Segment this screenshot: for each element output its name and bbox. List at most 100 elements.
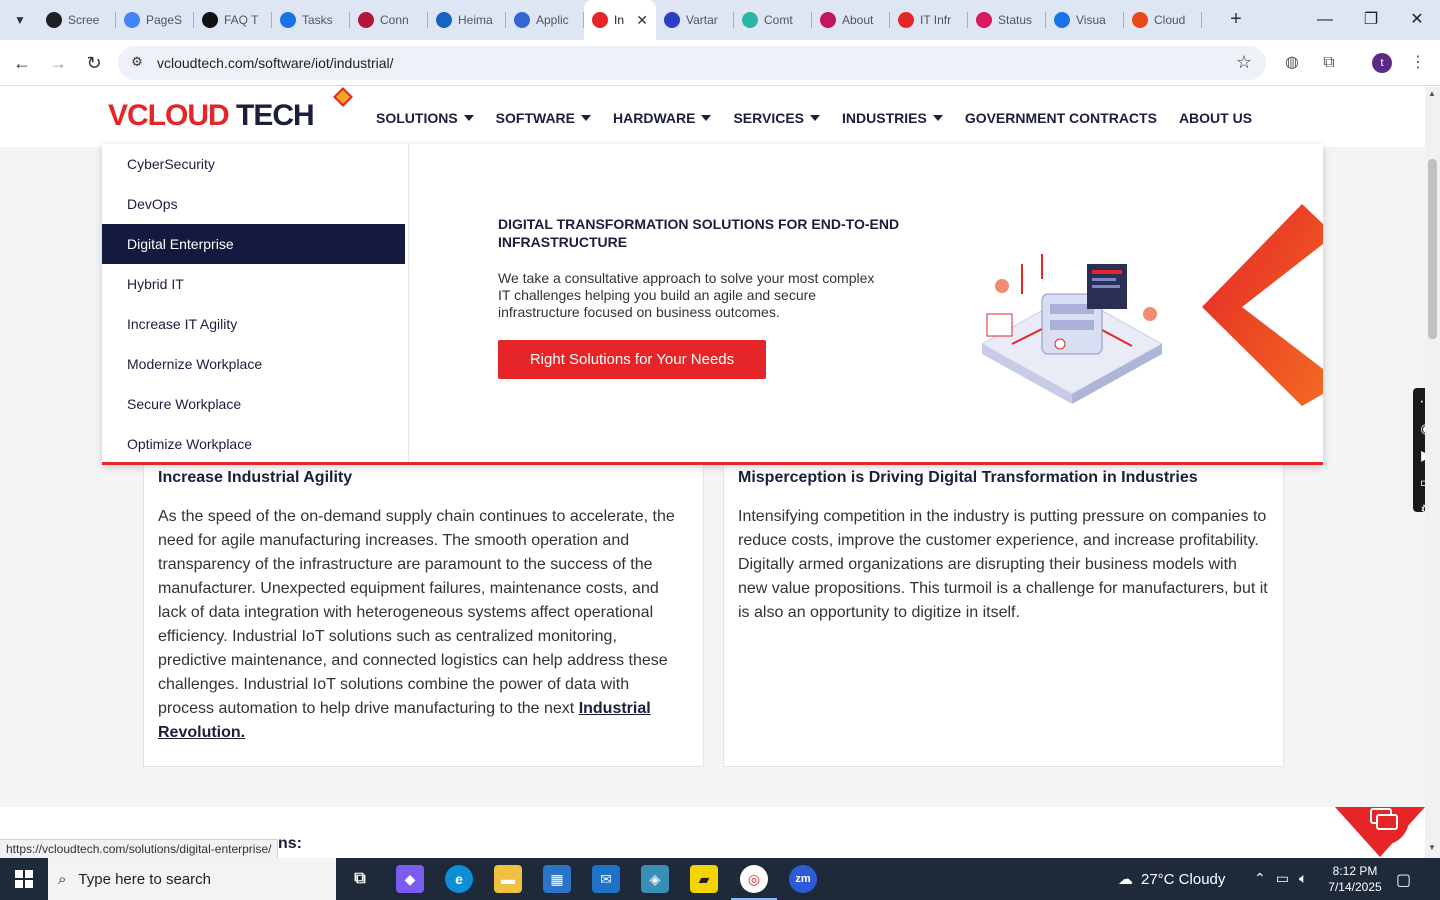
- task-view-icon[interactable]: ⧉: [346, 865, 374, 893]
- browser-tab[interactable]: In ✕: [584, 0, 656, 40]
- windows-start-icon[interactable]: [0, 858, 48, 900]
- nav-item-label: SERVICES: [733, 110, 805, 126]
- site-info-icon[interactable]: ⚙: [128, 54, 146, 72]
- nav-item-software[interactable]: SOFTWARE: [496, 110, 592, 126]
- browser-tab[interactable]: About: [812, 0, 890, 40]
- profile-avatar[interactable]: t: [1372, 53, 1392, 73]
- nav-item-hardware[interactable]: HARDWARE: [613, 110, 712, 126]
- file-explorer-icon[interactable]: ▬: [494, 865, 522, 893]
- v-icon: [358, 12, 374, 28]
- nav-item-government-contracts[interactable]: GOVERNMENT CONTRACTS: [965, 110, 1157, 126]
- extensions-icon[interactable]: ⧉: [1317, 51, 1341, 75]
- menu-item-modernize-workplace[interactable]: Modernize Workplace: [102, 344, 408, 384]
- nav-item-industries[interactable]: INDUSTRIES: [842, 110, 943, 126]
- browser-tab[interactable]: Conn: [350, 0, 428, 40]
- chat-widget-button[interactable]: [1335, 807, 1425, 858]
- bookmark-star-icon[interactable]: ☆: [1236, 52, 1252, 73]
- app-diamond-icon[interactable]: ◈: [641, 865, 669, 893]
- url-text[interactable]: vcloudtech.com/software/iot/industrial/: [157, 55, 394, 71]
- windows-taskbar: ⌕ Type here to search ⧉ ◆ e ▬ ▦ ✉ ◈ ▰ ◎ …: [0, 858, 1440, 900]
- taskbar-clock[interactable]: 8:12 PM 7/14/2025: [1320, 863, 1390, 895]
- right-solutions-button[interactable]: Right Solutions for Your Needs: [498, 340, 766, 379]
- menu-item-devops[interactable]: DevOps: [102, 184, 408, 224]
- logo-v: V: [108, 99, 128, 132]
- forward-arrow-icon[interactable]: →: [45, 50, 71, 76]
- back-arrow-icon[interactable]: ←: [9, 50, 35, 76]
- openai-icon: [202, 12, 218, 28]
- browser-tab[interactable]: Scree: [38, 0, 116, 40]
- new-tab-button[interactable]: +: [1225, 8, 1247, 32]
- vcloud-tech-logo[interactable]: VCLOUD TECH: [108, 99, 358, 133]
- menu-item-digital-enterprise[interactable]: Digital Enterprise: [102, 224, 405, 264]
- tab-title: Heima: [458, 13, 493, 27]
- browser-tab[interactable]: Tasks: [272, 0, 350, 40]
- reload-icon[interactable]: ↻: [81, 50, 107, 76]
- menu-item-hybrid-it[interactable]: Hybrid IT: [102, 264, 408, 304]
- browser-tab[interactable]: PageS: [116, 0, 194, 40]
- translate-icon[interactable]: ◍: [1280, 51, 1304, 75]
- close-window-button[interactable]: ✕: [1402, 8, 1432, 32]
- volume-icon[interactable]: 🔈︎: [1299, 870, 1307, 887]
- minimize-button[interactable]: —: [1310, 8, 1340, 32]
- browser-tab[interactable]: FAQ T: [194, 0, 272, 40]
- page-scrollbar[interactable]: ▲ ▼: [1425, 87, 1440, 858]
- pagespeed-icon: [124, 12, 140, 28]
- tab-title: Tasks: [302, 13, 333, 27]
- sticky-notes-icon[interactable]: ▰: [690, 865, 718, 893]
- browser-tab[interactable]: Visua: [1046, 0, 1124, 40]
- store-icon[interactable]: ▦: [543, 865, 571, 893]
- search-icon: ⌕: [58, 870, 67, 888]
- nav-item-solutions[interactable]: SOLUTIONS: [376, 110, 474, 126]
- browser-tab[interactable]: Comt: [734, 0, 812, 40]
- browser-tab[interactable]: Status: [968, 0, 1046, 40]
- tab-strip: Scree PageS FAQ T Tasks Conn Heima Applic In ✕ Va…: [38, 0, 1202, 40]
- cloud-icon: ☁: [1118, 871, 1133, 888]
- caret-down-icon: [463, 115, 474, 121]
- scroll-down-arrow-icon[interactable]: ▼: [1428, 843, 1436, 852]
- mail-icon[interactable]: ✉: [592, 865, 620, 893]
- menu-item-secure-workplace[interactable]: Secure Workplace: [102, 384, 408, 424]
- logo-cloud: CLOUD: [127, 99, 230, 132]
- tab-title: FAQ T: [224, 13, 259, 27]
- tasks-icon: [280, 12, 296, 28]
- tab-title: PageS: [146, 13, 183, 27]
- nav-item-label: INDUSTRIES: [842, 110, 927, 126]
- zoom-icon[interactable]: zm: [789, 865, 817, 893]
- restore-button[interactable]: ❐: [1356, 8, 1386, 32]
- notification-icon[interactable]: ▢: [1396, 870, 1411, 890]
- scroll-thumb[interactable]: [1428, 159, 1437, 339]
- browser-tab[interactable]: Applic: [506, 0, 584, 40]
- pulse-icon: [1054, 12, 1070, 28]
- nav-item-about-us[interactable]: ABOUT US: [1179, 110, 1252, 126]
- network-icon[interactable]: ▭: [1276, 870, 1289, 887]
- promo-text: We take a consultative approach to solve…: [498, 270, 875, 320]
- copilot-icon[interactable]: ◆: [396, 865, 424, 893]
- browser-tab[interactable]: Cloud: [1124, 0, 1202, 40]
- tab-title: Scree: [68, 13, 100, 27]
- browser-tab[interactable]: IT Infr: [890, 0, 968, 40]
- clock-time: 8:12 PM: [1332, 864, 1378, 878]
- edge-icon[interactable]: e: [445, 865, 473, 893]
- main-navigation: SOLUTIONS SOFTWARE HARDWARE SERVICES INDUSTR…: [376, 110, 1274, 126]
- tab-search-chevron-icon[interactable]: ▼: [6, 6, 34, 34]
- nav-item-label: HARDWARE: [613, 110, 696, 126]
- menu-item-cybersecurity[interactable]: CyberSecurity: [102, 144, 408, 184]
- tab-title: Conn: [380, 13, 409, 27]
- scale-icon: [436, 12, 452, 28]
- menu-item-increase-it-agility[interactable]: Increase IT Agility: [102, 304, 408, 344]
- menu-item-optimize-workplace[interactable]: Optimize Workplace: [102, 424, 408, 464]
- weather-widget[interactable]: ☁ 27°C Cloudy: [1118, 870, 1225, 889]
- scroll-up-arrow-icon[interactable]: ▲: [1428, 89, 1436, 98]
- browser-tab[interactable]: Vartar: [656, 0, 734, 40]
- nav-item-label: ABOUT US: [1178, 110, 1253, 126]
- menu-kebab-icon[interactable]: ⋮: [1406, 51, 1430, 75]
- nav-item-services[interactable]: SERVICES: [733, 110, 821, 126]
- card-body: Intensifying competition in the industry…: [738, 508, 1268, 621]
- close-tab-icon[interactable]: ✕: [636, 12, 648, 29]
- tray-chevron-icon[interactable]: ⌃: [1254, 870, 1266, 887]
- browser-tab[interactable]: Heima: [428, 0, 506, 40]
- address-bar[interactable]: ⚙ vcloudtech.com/software/iot/industrial…: [118, 46, 1266, 80]
- taskbar-search[interactable]: ⌕ Type here to search: [48, 858, 336, 900]
- chrome-icon[interactable]: ◎: [740, 865, 768, 893]
- tab-title: Cloud: [1154, 13, 1186, 27]
